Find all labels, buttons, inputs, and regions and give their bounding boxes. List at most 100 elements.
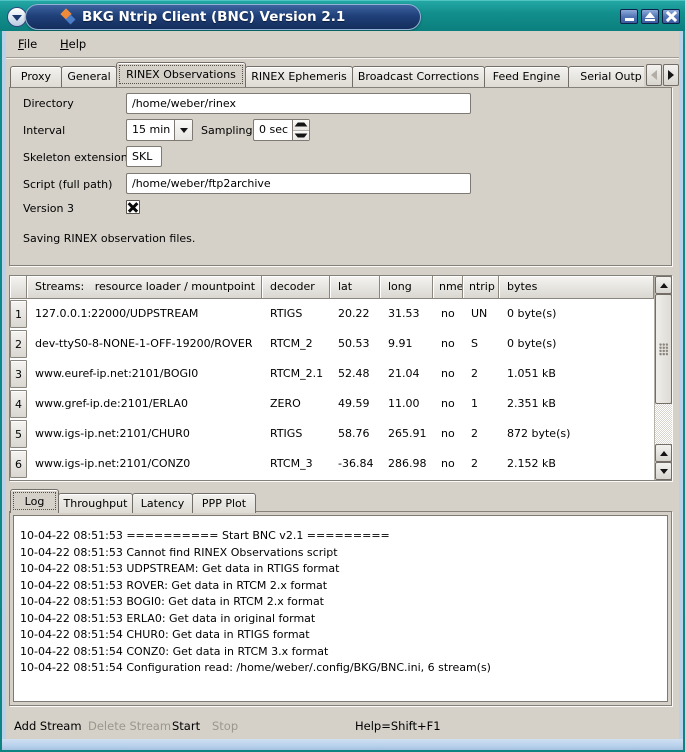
table-row[interactable]: 5 www.igs-ip.net:2101/CHUR0 RTIGS 58.76 … [10,419,654,449]
menu-file[interactable]: File [14,36,41,53]
scrollbar-thumb[interactable] [655,294,672,404]
cell-lat: 20.22 [330,299,380,329]
window-menu-icon [12,15,22,21]
script-input[interactable]: /home/weber/ftp2archive [126,173,471,194]
cell-nmea: no [433,419,463,449]
cell-ntrip: S [463,329,499,359]
interval-dropdown-button[interactable] [174,120,192,140]
tab-serial-output[interactable]: Serial Outp [568,66,644,87]
skeleton-extension-input[interactable]: SKL [126,146,162,167]
cell-ntrip: 2 [463,419,499,449]
cell-mountpoint: www.gref-ip.de:2101/ERLA0 [27,389,262,419]
log-line: 10-04-22 08:51:53 UDPSTREAM: Get data in… [20,561,661,578]
tab-proxy[interactable]: Proxy [10,66,62,87]
tab-scroll-left-button[interactable] [646,64,662,86]
tab-scroll-right-icon [668,70,674,80]
cell-decoder: RTCM_3 [262,449,330,479]
directory-input[interactable]: /home/weber/rinex [126,93,471,114]
table-row[interactable]: 6 www.igs-ip.net:2101/CONZ0 RTCM_3 -36.8… [10,449,654,479]
scroll-up-button-2[interactable] [655,444,672,462]
interval-value: 15 min [127,120,174,140]
tab-broadcast-corrections[interactable]: Broadcast Corrections [352,66,485,87]
tab-feed-engine[interactable]: Feed Engine [484,66,569,87]
row-number[interactable]: 5 [10,420,27,448]
scroll-up-icon [660,283,668,288]
spin-down-icon [295,133,308,137]
delete-stream-button[interactable]: Delete Stream [88,719,171,733]
cell-lat: 58.76 [330,419,380,449]
cell-bytes: 2.351 kB [499,389,654,419]
col-header-nmea[interactable]: nmea [433,276,463,299]
log-line: 10-04-22 08:51:54 CONZ0: Get data in RTC… [20,644,661,661]
minimize-button[interactable] [620,9,638,24]
sampling-spinner[interactable]: 0 sec [253,119,310,141]
stop-button[interactable]: Stop [212,719,238,733]
col-header-lat[interactable]: lat [330,276,380,299]
app-icon [60,9,76,25]
tab-general[interactable]: General [61,66,117,87]
sampling-label: Sampling [201,123,253,139]
table-row[interactable]: 3 www.euref-ip.net:2101/BOGI0 RTCM_2.1 5… [10,359,654,389]
col-header-bytes[interactable]: bytes [499,276,654,299]
menubar: File Help [6,31,679,57]
scroll-down-button[interactable] [655,462,672,480]
row-number[interactable]: 2 [10,330,27,358]
cell-nmea: no [433,299,463,329]
col-header-long[interactable]: long [380,276,433,299]
tab-ppp-plot[interactable]: PPP Plot [192,493,256,513]
col-header-decoder[interactable]: decoder [262,276,330,299]
close-icon [666,11,677,22]
close-button[interactable] [662,9,680,24]
version3-checkbox[interactable] [126,200,140,214]
minimize-icon [625,18,634,21]
row-number[interactable]: 4 [10,390,27,418]
table-row[interactable]: 1 127.0.0.1:22000/UDPSTREAM RTIGS 20.22 … [10,299,654,329]
start-button[interactable]: Start [172,719,200,733]
cell-lat: 52.48 [330,359,380,389]
cell-decoder: RTCM_2.1 [262,359,330,389]
col-header-ntrip[interactable]: ntrip [463,276,499,299]
col-header-streams[interactable]: Streams: resource loader / mountpoint [27,276,262,299]
scrollbar-track[interactable] [655,404,672,444]
row-number[interactable]: 1 [10,300,27,328]
window-body: File Help Proxy General RINEX Observatio… [2,31,683,739]
cell-nmea: no [433,329,463,359]
chevron-down-icon [180,128,188,133]
add-stream-button[interactable]: Add Stream [14,719,82,733]
spin-up-button[interactable] [293,120,309,131]
tab-scroll-right-button[interactable] [663,64,679,86]
panel-note: Saving RINEX observation files. [23,232,195,245]
log-textarea[interactable]: 10-04-22 08:51:53 ========== Start BNC v… [13,515,668,702]
tab-latency[interactable]: Latency [132,493,193,513]
shade-button[interactable] [641,9,659,24]
menubar-separator [6,57,679,59]
table-row[interactable]: 2 dev-ttyS0-8-NONE-1-OFF-19200/ROVER RTC… [10,329,654,359]
cell-bytes: 0 byte(s) [499,329,654,359]
tab-rinex-observations[interactable]: RINEX Observations [116,62,246,87]
log-line: 10-04-22 08:51:53 Cannot find RINEX Obse… [20,545,661,562]
cell-ntrip: 1 [463,389,499,419]
sampling-value: 0 sec [254,120,292,140]
spin-down-button[interactable] [293,131,309,141]
row-number[interactable]: 3 [10,360,27,388]
titlebar: BKG Ntrip Client (BNC) Version 2.1 [0,0,685,31]
table-scrollbar[interactable] [654,276,671,480]
tab-throughput[interactable]: Throughput [58,493,133,513]
cell-bytes: 1.051 kB [499,359,654,389]
cell-decoder: RTIGS [262,419,330,449]
window-menu-button[interactable] [7,7,27,27]
cell-long: 286.98 [380,449,433,479]
tab-rinex-ephemeris[interactable]: RINEX Ephemeris [245,66,353,87]
menu-help[interactable]: Help [56,36,90,53]
window-title: BKG Ntrip Client (BNC) Version 2.1 [82,9,345,25]
table-row[interactable]: 4 www.gref-ip.de:2101/ERLA0 ZERO 49.59 1… [10,389,654,419]
cell-nmea: no [433,449,463,479]
cell-long: 9.91 [380,329,433,359]
checkbox-checked-icon [127,201,139,213]
interval-combo[interactable]: 15 min [126,119,193,141]
scroll-up-button[interactable] [655,276,672,294]
row-number[interactable]: 6 [10,450,27,478]
scroll-up-icon [660,451,668,456]
tab-log[interactable]: Log [10,489,59,513]
directory-label: Directory [23,96,74,112]
